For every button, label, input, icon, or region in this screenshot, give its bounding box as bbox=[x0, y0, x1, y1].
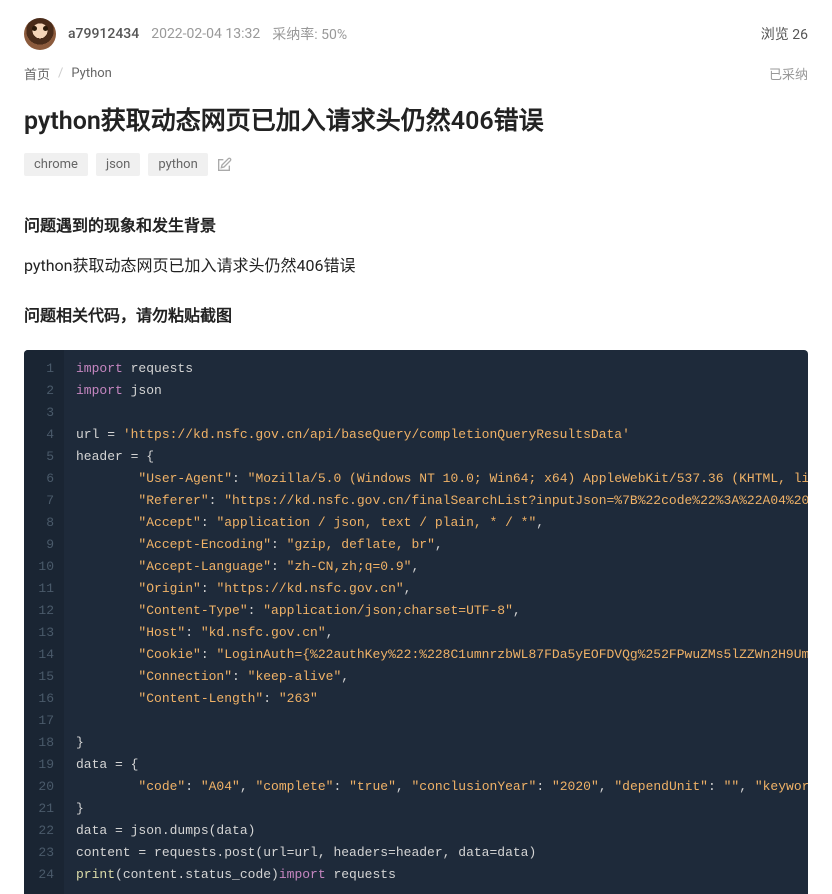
tag-python[interactable]: python bbox=[148, 153, 207, 176]
line-num: 1 bbox=[32, 358, 54, 380]
breadcrumb-sep: / bbox=[58, 66, 63, 81]
username[interactable]: a79912434 bbox=[68, 26, 139, 42]
avatar[interactable] bbox=[24, 18, 56, 50]
accepted-status: 已采纳 bbox=[769, 64, 808, 83]
problem-description: python获取动态网页已加入请求头仍然406错误 bbox=[0, 244, 832, 284]
edit-tags-icon[interactable] bbox=[216, 157, 232, 173]
line-gutter: 123456789101112131415161718192021222324 bbox=[24, 350, 64, 894]
tag-chrome[interactable]: chrome bbox=[24, 153, 88, 176]
tag-list: chrome json python bbox=[0, 153, 832, 194]
question-header: a79912434 2022-02-04 13:32 采纳率: 50% 浏览 2… bbox=[0, 0, 832, 60]
question-title: python获取动态网页已加入请求头仍然406错误 bbox=[0, 91, 832, 153]
view-count: 浏览 26 bbox=[761, 24, 808, 44]
section-heading-background: 问题遇到的现象和发生背景 bbox=[0, 204, 832, 244]
code-source[interactable]: import requests import json url = 'https… bbox=[64, 350, 808, 894]
post-datetime: 2022-02-04 13:32 bbox=[151, 26, 260, 42]
breadcrumb-home[interactable]: 首页 bbox=[24, 64, 50, 83]
accept-rate: 采纳率: 50% bbox=[272, 24, 347, 44]
section-heading-code: 问题相关代码，请勿粘贴截图 bbox=[0, 294, 832, 334]
breadcrumb-category[interactable]: Python bbox=[71, 66, 111, 81]
breadcrumb: 首页 / Python 已采纳 bbox=[0, 60, 832, 91]
tag-json[interactable]: json bbox=[96, 153, 140, 176]
code-block: 123456789101112131415161718192021222324 … bbox=[24, 350, 808, 894]
